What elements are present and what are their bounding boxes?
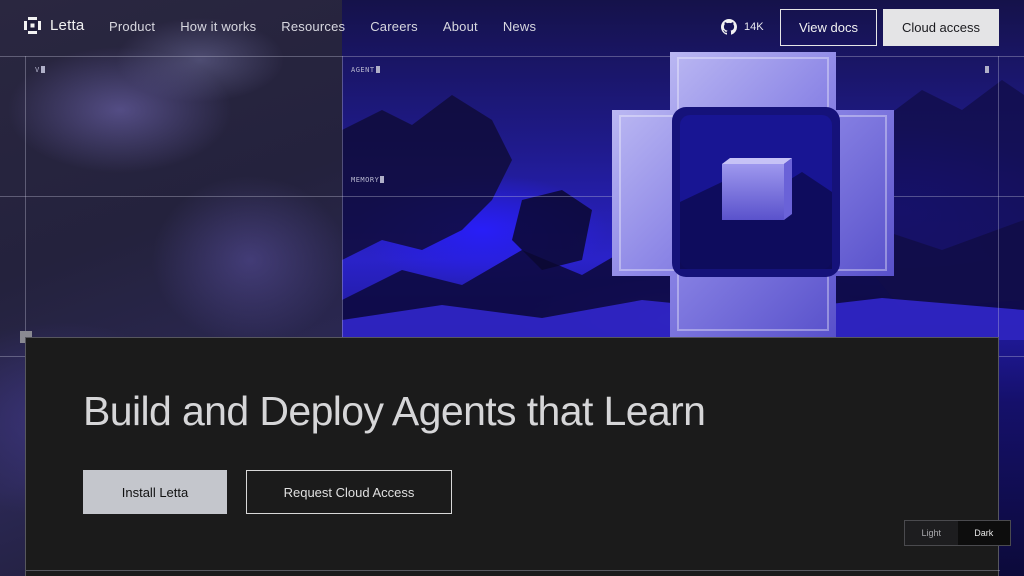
nav-link-news[interactable]: News <box>503 19 536 34</box>
cloud-access-button[interactable]: Cloud access <box>883 9 999 46</box>
grid-tag-memory: MEMORY <box>351 176 385 184</box>
brand-link[interactable]: Letta <box>24 17 84 34</box>
letta-3d-logo-icon <box>612 52 894 337</box>
nav-link-product[interactable]: Product <box>109 19 155 34</box>
letta-logo-icon <box>24 17 41 34</box>
view-docs-button[interactable]: View docs <box>780 9 877 46</box>
grid-line <box>0 356 25 357</box>
grid-tag-right <box>984 66 989 74</box>
hero-panel: Build and Deploy Agents that Learn Insta… <box>25 337 1000 576</box>
brand-name: Letta <box>50 17 85 34</box>
nav-link-about[interactable]: About <box>443 19 478 34</box>
install-letta-button[interactable]: Install Letta <box>83 470 227 514</box>
panel-divider <box>26 570 1000 571</box>
nav-link-careers[interactable]: Careers <box>370 19 418 34</box>
github-icon <box>721 19 737 35</box>
grid-tag-agent: AGENT <box>351 66 380 74</box>
grid-tag-top-left: V <box>35 66 45 74</box>
request-cloud-access-button[interactable]: Request Cloud Access <box>246 470 452 514</box>
github-star-count: 14K <box>744 21 764 33</box>
nav-links: Product How it works Resources Careers A… <box>109 19 536 34</box>
theme-dark-option[interactable]: Dark <box>957 521 1010 545</box>
top-navigation: Letta Product How it works Resources Car… <box>0 0 1024 56</box>
theme-light-option[interactable]: Light <box>905 521 958 545</box>
hero-headline: Build and Deploy Agents that Learn <box>83 388 706 434</box>
theme-toggle: Light Dark <box>904 520 1011 546</box>
github-stars-link[interactable]: 14K <box>721 19 764 35</box>
grid-line <box>999 356 1024 357</box>
nav-link-resources[interactable]: Resources <box>281 19 345 34</box>
nav-link-how-it-works[interactable]: How it works <box>180 19 256 34</box>
